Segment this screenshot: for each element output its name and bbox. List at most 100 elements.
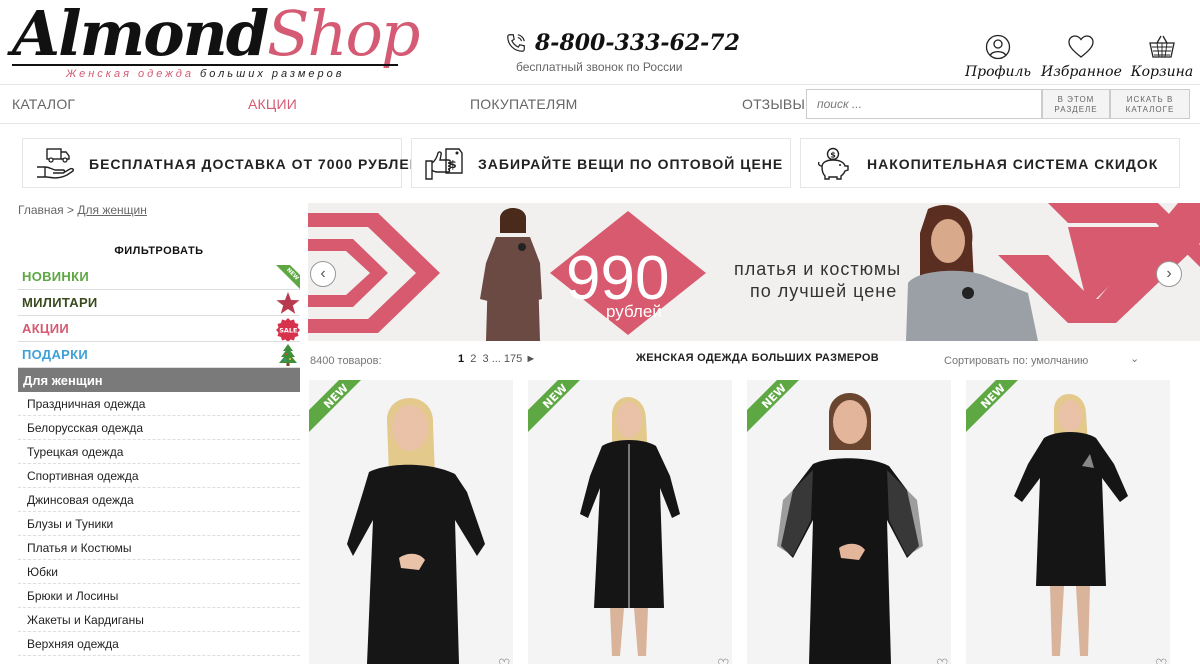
page-current[interactable]: 1: [458, 353, 464, 365]
sidebar-item-sales[interactable]: АКЦИИ SALE: [18, 316, 300, 342]
feature-discount-system: $ НАКОПИТЕЛЬНАЯ СИСТЕМА СКИДОК: [800, 138, 1180, 188]
sidebar-sub-item-label: Праздничная одежда: [27, 397, 146, 411]
profile-label: Профиль: [964, 64, 1032, 80]
sale-badge-icon: SALE: [276, 318, 300, 341]
logo-dark-part: Almond: [12, 0, 269, 70]
heart-icon: [1068, 35, 1094, 58]
sidebar-section-women[interactable]: Для женщин: [18, 368, 300, 392]
favorite-heart-icon[interactable]: ♡: [498, 656, 511, 664]
site-header: AlmondShop Женская одежда больших размер…: [0, 0, 1200, 84]
page-link[interactable]: 2: [470, 353, 476, 365]
search-in-section-button[interactable]: В ЭТОМ РАЗДЕЛЕ: [1042, 89, 1110, 119]
tree-icon: [279, 344, 297, 366]
feature-free-delivery: БЕСПЛАТНАЯ ДОСТАВКА ОТ 7000 РУБЛЕЙ: [22, 138, 420, 188]
new-badge-icon: NEW: [276, 265, 300, 289]
favorite-heart-icon[interactable]: ♡: [936, 656, 949, 664]
sidebar-item-gifts-label: ПОДАРКИ: [22, 347, 88, 362]
pagination: 1 2 3 ... 175 ►: [458, 353, 536, 365]
sort-select[interactable]: Сортировать по: умолчанию: [944, 355, 1088, 367]
favorite-heart-icon[interactable]: ♡: [717, 656, 730, 664]
sidebar-item-new[interactable]: НОВИНКИ NEW: [18, 264, 300, 290]
wholesale-icon: $: [425, 148, 463, 180]
breadcrumb-separator: >: [67, 203, 75, 217]
sidebar-sub-item[interactable]: Джинсовая одежда: [18, 488, 300, 512]
profile-link[interactable]: Профиль: [958, 34, 1038, 80]
breadcrumb-home[interactable]: Главная: [18, 203, 64, 217]
sidebar-sub-item[interactable]: Верхняя одежда: [18, 632, 300, 656]
main-nav: КАТАЛОГ АКЦИИ ПОКУПАТЕЛЯМ ОТЗЫВЫ В ЭТОМ …: [0, 84, 1200, 124]
logo-tagline: Женская одежда больших размеров: [66, 68, 345, 80]
phone-icon: [507, 34, 525, 52]
sidebar-sub-item-label: Спортивная одежда: [27, 469, 139, 483]
favorite-heart-icon[interactable]: ♡: [1155, 656, 1168, 664]
page: AlmondShop Женская одежда больших размер…: [0, 0, 1200, 664]
chevron-down-icon[interactable]: ⌄: [1130, 352, 1139, 365]
piggy-bank-icon: $: [817, 147, 849, 180]
product-count: 8400 товаров:: [310, 355, 382, 367]
nav-catalog[interactable]: КАТАЛОГ: [12, 96, 75, 112]
product-card[interactable]: NEW: [966, 380, 1170, 664]
sidebar-sub-item-label: Белорусская одежда: [27, 421, 144, 435]
promo-banner[interactable]: 990 рублей платья и костюмы по лучшей це…: [308, 203, 1200, 341]
product-card[interactable]: NEW: [309, 380, 513, 664]
logo-underline: [12, 64, 398, 66]
banner-currency: рублей: [606, 302, 662, 321]
next-page-icon[interactable]: ►: [525, 353, 536, 365]
delivery-icon: [37, 148, 74, 179]
banner-prev-button[interactable]: ‹: [310, 261, 336, 287]
sidebar-sub-item[interactable]: Белорусская одежда: [18, 416, 300, 440]
sidebar-sub-item[interactable]: Юбки: [18, 560, 300, 584]
logo-tagline-dark: больших размеров: [200, 68, 345, 80]
basket-icon: [1149, 35, 1175, 58]
cart-link[interactable]: Корзина: [1122, 34, 1200, 80]
search-in-catalog-button[interactable]: ИСКАТЬ В КАТАЛОГЕ: [1110, 89, 1190, 119]
search-input[interactable]: [806, 89, 1042, 119]
sidebar-sub-item[interactable]: Спортивная одежда: [18, 464, 300, 488]
sidebar-sub-item[interactable]: Турецкая одежда: [18, 440, 300, 464]
sidebar-section-women-label: Для женщин: [23, 373, 103, 388]
sidebar-sub-item-label: Брюки и Лосины: [27, 589, 119, 603]
breadcrumb: Главная > Для женщин: [18, 203, 147, 217]
nav-customers[interactable]: ПОКУПАТЕЛЯМ: [470, 96, 578, 112]
page-link[interactable]: 3: [483, 353, 489, 365]
page-link-last[interactable]: 175: [504, 353, 522, 365]
sidebar-sub-item-label: Жакеты и Кардиганы: [27, 613, 144, 627]
sidebar-item-gifts[interactable]: ПОДАРКИ: [18, 342, 300, 368]
sidebar-item-military-label: МИЛИТАРИ: [22, 295, 98, 310]
new-ribbon: NEW: [747, 380, 799, 432]
nav-sales[interactable]: АКЦИИ: [248, 96, 297, 112]
new-ribbon: NEW: [966, 380, 1018, 432]
phone-number[interactable]: 8-800-333-62-72: [535, 30, 740, 56]
sidebar-sub-item-label: Платья и Костюмы: [27, 541, 132, 555]
product-card[interactable]: NEW: [528, 380, 732, 664]
product-card[interactable]: NEW: [747, 380, 951, 664]
sidebar-sub-item-label: Верхняя одежда: [27, 637, 119, 651]
nav-reviews[interactable]: ОТЗЫВЫ: [742, 96, 805, 112]
breadcrumb-current[interactable]: Для женщин: [77, 203, 147, 217]
logo-tagline-accent: Женская одежда: [66, 68, 194, 80]
feature-discount-system-text: НАКОПИТЕЛЬНАЯ СИСТЕМА СКИДОК: [867, 156, 1159, 172]
banner-next-button[interactable]: ›: [1156, 261, 1182, 287]
sidebar-sub-item-label: Турецкая одежда: [27, 445, 124, 459]
sidebar-item-military[interactable]: МИЛИТАРИ: [18, 290, 300, 316]
favorites-link[interactable]: Избранное: [1041, 34, 1122, 80]
logo[interactable]: AlmondShop Женская одежда больших размер…: [12, 0, 420, 84]
sidebar-sub-item[interactable]: Блузы и Туники: [18, 512, 300, 536]
filter-title[interactable]: ФИЛЬТРОВАТЬ: [18, 245, 300, 257]
sidebar-sub-item[interactable]: Жакеты и Кардиганы: [18, 608, 300, 632]
sidebar-sub-item-label: Блузы и Туники: [27, 517, 114, 531]
sidebar-sub-item[interactable]: Праздничная одежда: [18, 392, 300, 416]
sidebar-sub-item-label: Юбки: [27, 565, 58, 579]
listing-title: ЖЕНСКАЯ ОДЕЖДА БОЛЬШИХ РАЗМЕРОВ: [636, 352, 880, 364]
svg-text:$: $: [830, 151, 836, 160]
sidebar-item-sales-label: АКЦИИ: [22, 321, 70, 336]
sidebar-sub-item[interactable]: Платья и Костюмы: [18, 536, 300, 560]
favorites-label: Избранное: [1041, 64, 1122, 80]
sidebar-sub-item[interactable]: Брюки и Лосины: [18, 584, 300, 608]
star-icon: [276, 292, 300, 314]
sale-badge-text: SALE: [279, 327, 297, 335]
user-icon: [985, 34, 1011, 60]
banner-line1: платья и костюмы: [734, 259, 902, 279]
new-ribbon: NEW: [309, 380, 361, 432]
feature-wholesale-price-text: ЗАБИРАЙТЕ ВЕЩИ ПО ОПТОВОЙ ЦЕНЕ: [478, 156, 784, 172]
